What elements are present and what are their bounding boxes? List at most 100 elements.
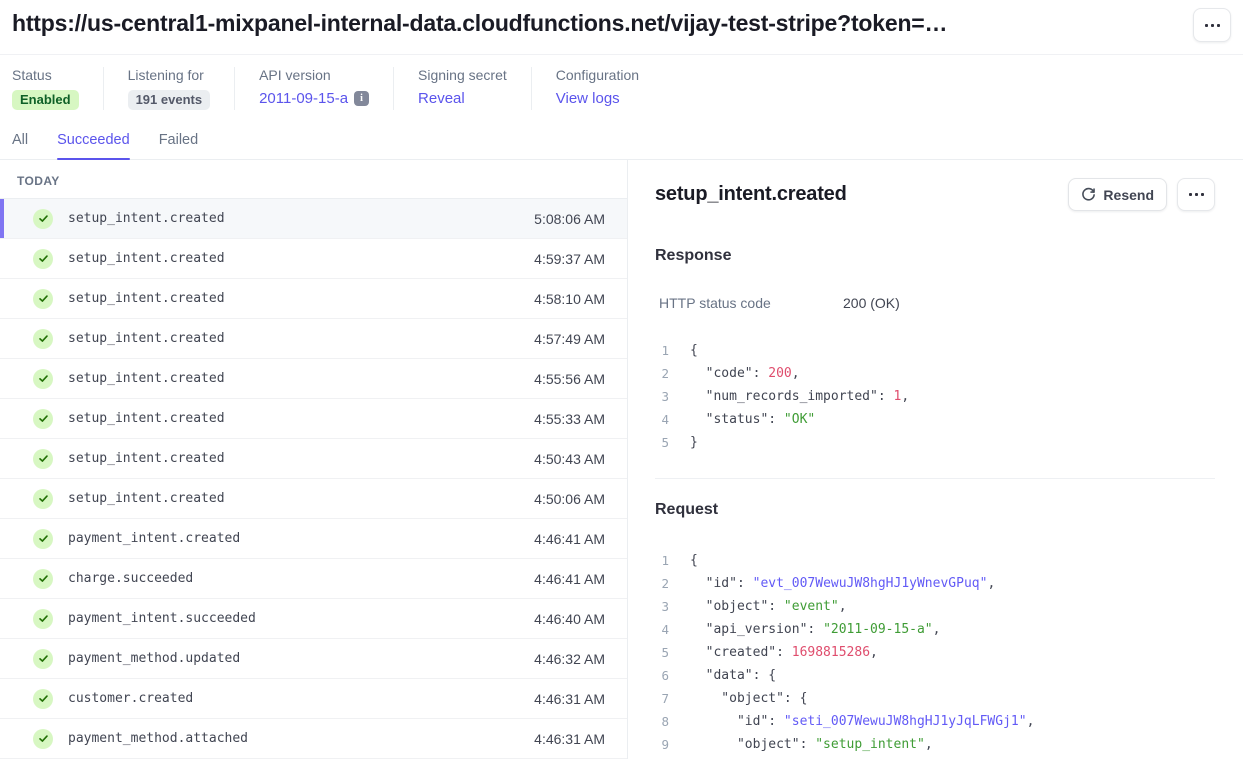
success-check-icon bbox=[33, 449, 53, 469]
event-list-row[interactable]: setup_intent.created 4:58:10 AM bbox=[0, 279, 627, 319]
line-number: 3 bbox=[655, 599, 669, 614]
line-number: 1 bbox=[655, 553, 669, 568]
event-list-row[interactable]: setup_intent.created 4:55:33 AM bbox=[0, 399, 627, 439]
event-name: setup_intent.created bbox=[68, 211, 225, 226]
code-text: "created": 1698815286, bbox=[690, 645, 878, 660]
event-time: 4:46:31 AM bbox=[534, 731, 605, 747]
line-number: 2 bbox=[655, 576, 669, 591]
event-detail-title: setup_intent.created bbox=[655, 183, 847, 206]
http-status-value: 200 (OK) bbox=[843, 295, 900, 311]
code-text: "code": 200, bbox=[690, 366, 800, 381]
event-list-row[interactable]: payment_method.updated 4:46:32 AM bbox=[0, 639, 627, 679]
success-check-icon bbox=[33, 329, 53, 349]
line-number: 3 bbox=[655, 389, 669, 404]
event-list-row[interactable]: setup_intent.created4:50:43 AM bbox=[0, 439, 627, 479]
code-text: "status": "OK" bbox=[690, 412, 815, 427]
line-number: 6 bbox=[655, 668, 669, 683]
stat-api-version: API version 2011-09-15-a i bbox=[259, 67, 394, 110]
event-name: setup_intent.created bbox=[68, 291, 225, 306]
event-list-row[interactable]: setup_intent.created4:50:06 AM bbox=[0, 479, 627, 519]
response-section-heading: Response bbox=[655, 247, 1215, 265]
success-check-icon bbox=[33, 569, 53, 589]
line-number: 4 bbox=[655, 622, 669, 637]
stat-api-version-label: API version bbox=[259, 67, 369, 83]
code-line: 5 "created": 1698815286, bbox=[655, 641, 1215, 664]
event-filter-tabs: All Succeeded Failed bbox=[0, 110, 1243, 160]
event-name: setup_intent.created bbox=[68, 371, 225, 386]
tab-failed[interactable]: Failed bbox=[159, 132, 199, 159]
resend-refresh-icon bbox=[1081, 187, 1096, 202]
event-list-row[interactable]: charge.succeeded4:46:41 AM bbox=[0, 559, 627, 599]
reveal-secret-link[interactable]: Reveal bbox=[418, 90, 465, 107]
code-text: "id": "seti_007WewuJW8hgHJ1yJqLFWGj1", bbox=[690, 714, 1034, 729]
line-number: 8 bbox=[655, 714, 669, 729]
detail-more-button[interactable] bbox=[1177, 178, 1215, 211]
event-time: 4:58:10 AM bbox=[534, 291, 605, 307]
event-time: 4:46:32 AM bbox=[534, 651, 605, 667]
event-list-row[interactable]: payment_intent.created 4:46:41 AM bbox=[0, 519, 627, 559]
success-check-icon bbox=[33, 249, 53, 269]
stat-status-label: Status bbox=[12, 67, 79, 83]
event-time: 4:57:49 AM bbox=[534, 331, 605, 347]
page-header: https://us-central1-mixpanel-internal-da… bbox=[0, 0, 1243, 55]
event-name: payment_method.updated bbox=[68, 651, 240, 666]
view-logs-link[interactable]: View logs bbox=[556, 90, 620, 107]
code-line: 5} bbox=[655, 431, 1215, 454]
ellipsis-icon bbox=[1205, 24, 1220, 27]
code-line: 2 "id": "evt_007WewuJW8hgHJ1yWnevGPuq", bbox=[655, 572, 1215, 595]
success-check-icon bbox=[33, 529, 53, 549]
code-line: 4 "status": "OK" bbox=[655, 408, 1215, 431]
info-icon: i bbox=[354, 91, 369, 106]
event-list-row[interactable]: setup_intent.created 4:55:56 AM bbox=[0, 359, 627, 399]
detail-header: setup_intent.created Resend bbox=[655, 160, 1215, 211]
event-name: setup_intent.created bbox=[68, 331, 225, 346]
event-time: 5:08:06 AM bbox=[534, 211, 605, 227]
event-list-row[interactable]: setup_intent.created4:59:37 AM bbox=[0, 239, 627, 279]
event-time: 4:46:40 AM bbox=[534, 611, 605, 627]
success-check-icon bbox=[33, 689, 53, 709]
code-line: 3 "num_records_imported": 1, bbox=[655, 385, 1215, 408]
resend-button[interactable]: Resend bbox=[1068, 178, 1167, 211]
code-line: 3 "object": "event", bbox=[655, 595, 1215, 618]
event-list-row[interactable]: customer.created4:46:31 AM bbox=[0, 679, 627, 719]
list-group-header: TODAY bbox=[0, 160, 627, 199]
event-name: customer.created bbox=[68, 691, 193, 706]
main-content: TODAY setup_intent.created5:08:06 AMsetu… bbox=[0, 160, 1243, 759]
event-list-row[interactable]: setup_intent.created 5:08:06 AM bbox=[0, 199, 627, 239]
api-version-link[interactable]: 2011-09-15-a bbox=[259, 90, 348, 107]
event-time: 4:55:33 AM bbox=[534, 411, 605, 427]
line-number: 5 bbox=[655, 435, 669, 450]
stat-status: Status Enabled bbox=[12, 67, 104, 110]
event-name: payment_intent.created bbox=[68, 531, 240, 546]
header-more-button[interactable] bbox=[1193, 8, 1231, 42]
event-name: payment_method.attached bbox=[68, 731, 248, 746]
section-divider bbox=[655, 478, 1215, 479]
resend-label: Resend bbox=[1103, 187, 1154, 203]
line-number: 9 bbox=[655, 737, 669, 752]
success-check-icon bbox=[33, 409, 53, 429]
event-time: 4:55:56 AM bbox=[534, 371, 605, 387]
success-check-icon bbox=[33, 489, 53, 509]
tab-succeeded[interactable]: Succeeded bbox=[57, 132, 130, 159]
event-detail-panel: setup_intent.created Resend Response HTT… bbox=[628, 160, 1243, 759]
events-count-badge: 191 events bbox=[128, 90, 211, 110]
code-line: 9 "object": "setup_intent", bbox=[655, 733, 1215, 756]
stat-listening: Listening for 191 events bbox=[128, 67, 236, 110]
http-status-row: HTTP status code 200 (OK) bbox=[655, 295, 1215, 311]
code-text: "object": "event", bbox=[690, 599, 847, 614]
event-name: setup_intent.created bbox=[68, 491, 225, 506]
code-text: "id": "evt_007WewuJW8hgHJ1yWnevGPuq", bbox=[690, 576, 995, 591]
stat-configuration: Configuration View logs bbox=[556, 67, 663, 110]
code-text: } bbox=[690, 435, 698, 450]
event-list-row[interactable]: payment_method.attached 4:46:31 AM bbox=[0, 719, 627, 759]
event-time: 4:46:41 AM bbox=[534, 531, 605, 547]
event-list-row[interactable]: payment_intent.succeeded4:46:40 AM bbox=[0, 599, 627, 639]
code-line: 2 "code": 200, bbox=[655, 362, 1215, 385]
code-line: 7 "object": { bbox=[655, 687, 1215, 710]
code-text: "api_version": "2011-09-15-a", bbox=[690, 622, 940, 637]
code-line: 4 "api_version": "2011-09-15-a", bbox=[655, 618, 1215, 641]
line-number: 1 bbox=[655, 343, 669, 358]
event-list-row[interactable]: setup_intent.created 4:57:49 AM bbox=[0, 319, 627, 359]
event-name: setup_intent.created bbox=[68, 411, 225, 426]
tab-all[interactable]: All bbox=[12, 132, 28, 159]
